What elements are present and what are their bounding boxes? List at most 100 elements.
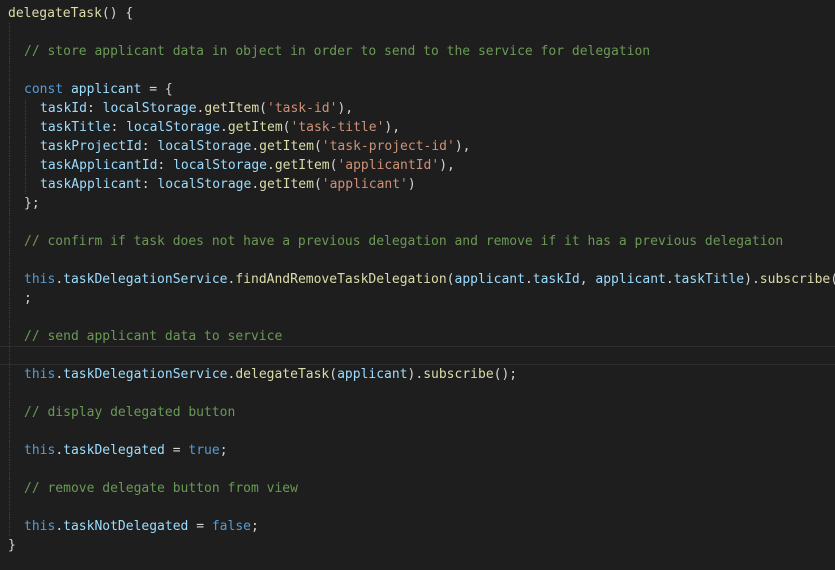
code-text: // confirm if task does not have a previ… <box>24 232 783 251</box>
code-comment: // store applicant data in object in ord… <box>24 44 651 59</box>
code-string-token: 'task-id' <box>267 101 338 116</box>
code-line[interactable]: // confirm if task does not have a previ… <box>0 232 835 251</box>
code-line[interactable] <box>0 346 835 366</box>
indent-guide <box>25 118 26 137</box>
code-punctuation-token: . <box>251 139 260 154</box>
code-punctuation-token: ). <box>744 272 760 287</box>
code-punctuation-token: ; <box>219 443 228 458</box>
code-punctuation-token: () { <box>101 6 134 21</box>
code-text: const applicant = { <box>24 80 173 99</box>
code-line[interactable] <box>0 498 835 517</box>
code-identifier-token: localStorage <box>126 120 221 135</box>
indent-guide <box>9 327 10 346</box>
code-punctuation-token: = { <box>141 82 173 97</box>
code-punctuation-token: ), <box>384 120 401 135</box>
code-line[interactable]: ; <box>0 289 835 308</box>
code-text: this.taskDelegated = true; <box>24 441 228 460</box>
code-line[interactable]: taskTitle: localStorage.getItem('task-ti… <box>0 118 835 137</box>
code-function-token: delegateTask <box>8 6 102 21</box>
code-text: }; <box>24 194 40 213</box>
code-punctuation-token: ) <box>407 177 416 192</box>
code-keyword-token: false <box>211 519 251 534</box>
code-line[interactable]: delegateTask() { <box>0 4 835 23</box>
code-line[interactable]: taskApplicant: localStorage.getItem('app… <box>0 175 835 194</box>
code-line[interactable] <box>0 251 835 270</box>
code-string-token: 'task-title' <box>290 120 385 135</box>
code-line[interactable]: taskId: localStorage.getItem('task-id'), <box>0 99 835 118</box>
code-punctuation-token: : <box>141 177 158 192</box>
code-line[interactable]: // remove delegate button from view <box>0 479 835 498</box>
code-line[interactable]: // display delegated button <box>0 403 835 422</box>
code-editor[interactable]: delegateTask() {// store applicant data … <box>0 0 835 570</box>
code-comment: // send applicant data to service <box>24 329 283 344</box>
code-punctuation-token: : <box>86 101 103 116</box>
indent-guide <box>9 270 10 289</box>
code-punctuation-token: = <box>164 443 189 458</box>
code-punctuation-token: ; <box>24 291 32 306</box>
code-keyword-token: this <box>24 519 56 534</box>
indent-guide <box>9 498 10 517</box>
code-punctuation-token: . <box>524 272 533 287</box>
code-line[interactable] <box>0 23 835 42</box>
code-punctuation-token: . <box>55 272 64 287</box>
indent-guide <box>9 99 10 118</box>
indent-guide <box>9 403 10 422</box>
code-line[interactable]: this.taskDelegationService.findAndRemove… <box>0 270 835 289</box>
code-text: this.taskDelegationService.findAndRemove… <box>24 270 835 289</box>
code-text: ; <box>24 289 32 308</box>
code-punctuation-token: . <box>220 120 228 135</box>
code-line[interactable]: // send applicant data to service <box>0 327 835 346</box>
code-line[interactable]: // store applicant data in object in ord… <box>0 42 835 61</box>
code-line[interactable]: taskApplicantId: localStorage.getItem('a… <box>0 156 835 175</box>
code-line[interactable]: this.taskNotDelegated = false; <box>0 517 835 536</box>
code-line[interactable]: taskProjectId: localStorage.getItem('tas… <box>0 137 835 156</box>
code-function-token: delegateTask <box>235 367 330 382</box>
code-line[interactable] <box>0 308 835 327</box>
indent-guide <box>9 137 10 156</box>
code-punctuation-token: ( <box>313 177 322 192</box>
code-line[interactable]: const applicant = { <box>0 80 835 99</box>
code-keyword-token: this <box>24 367 56 382</box>
code-text: delegateTask() { <box>8 4 133 23</box>
code-punctuation-token: ( <box>313 139 322 154</box>
code-identifier-token: taskDelegationService <box>63 367 228 382</box>
indent-guide <box>9 479 10 498</box>
code-line[interactable]: }; <box>0 194 835 213</box>
indent-guide <box>9 347 10 366</box>
indent-guide <box>25 137 26 156</box>
code-punctuation-token: . <box>251 177 260 192</box>
code-identifier-token: taskId <box>40 101 87 116</box>
code-identifier-token: applicant <box>454 272 525 287</box>
code-text: this.taskDelegationService.delegateTask(… <box>24 365 517 384</box>
code-line[interactable] <box>0 422 835 441</box>
code-line[interactable]: this.taskDelegated = true; <box>0 441 835 460</box>
code-identifier-token: taskApplicant <box>40 177 142 192</box>
code-text: taskId: localStorage.getItem('task-id'), <box>40 99 353 118</box>
code-line[interactable] <box>0 61 835 80</box>
indent-guide <box>25 156 26 175</box>
code-comment: // remove delegate button from view <box>24 481 298 496</box>
code-identifier-token: taskProjectId <box>40 139 142 154</box>
code-punctuation-token: () <box>830 272 835 287</box>
code-line[interactable] <box>0 384 835 403</box>
code-punctuation-token: : <box>141 139 158 154</box>
code-punctuation-token: : <box>110 120 127 135</box>
code-punctuation-token: . <box>266 158 275 173</box>
code-line[interactable]: } <box>0 536 835 555</box>
indent-guide <box>9 460 10 479</box>
code-punctuation-token: . <box>665 272 674 287</box>
code-line[interactable]: this.taskDelegationService.delegateTask(… <box>0 365 835 384</box>
code-function-token: getItem <box>227 120 283 135</box>
code-keyword-token: this <box>24 272 56 287</box>
code-text: // store applicant data in object in ord… <box>24 42 650 61</box>
code-line[interactable] <box>0 460 835 479</box>
code-text: // send applicant data to service <box>24 327 282 346</box>
code-function-token: findAndRemoveTaskDelegation <box>235 272 447 287</box>
code-identifier-token: taskDelegated <box>63 443 165 458</box>
code-text: taskApplicantId: localStorage.getItem('a… <box>40 156 455 175</box>
indent-guide <box>9 517 10 536</box>
code-punctuation-token: = <box>188 519 212 534</box>
code-punctuation-token: ). <box>407 367 424 382</box>
code-line[interactable] <box>0 213 835 232</box>
code-function-token: subscribe <box>423 367 494 382</box>
